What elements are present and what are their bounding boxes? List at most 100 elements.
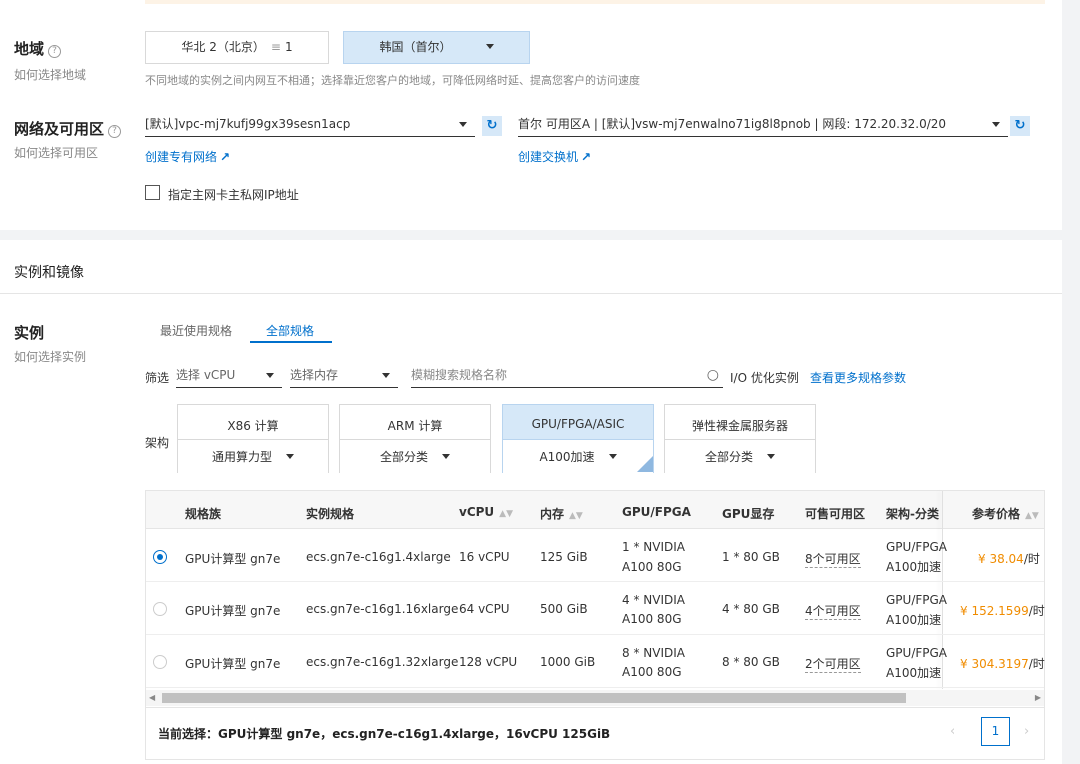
row-gpu-memory: 8 * 80 GB	[722, 655, 780, 669]
row-zones[interactable]: 2个可用区	[805, 655, 861, 673]
row-vcpu: 16 vCPU	[459, 550, 510, 564]
page-number[interactable]: 1	[981, 717, 1010, 746]
row-arch-sub: A100加速	[886, 666, 942, 680]
section-title: 实例和镜像	[14, 265, 84, 281]
row-spec: ecs.gn7e-c16g1.16xlarge	[306, 602, 459, 616]
filter-label: 筛选	[145, 371, 170, 385]
selected-corner-icon	[637, 456, 653, 472]
row-arch: GPU/FPGA	[886, 540, 948, 554]
search-icon[interactable]: ○	[707, 364, 719, 386]
external-link-icon: ↗	[581, 150, 592, 164]
chevron-down-icon	[266, 373, 274, 378]
col-vcpu[interactable]: vCPU ▲▼	[459, 505, 513, 519]
sort-icon[interactable]: ▲▼	[1025, 511, 1039, 521]
row-radio[interactable]	[153, 602, 167, 616]
col-family: 规格族	[185, 507, 222, 521]
current-selection: 当前选择：GPU计算型 gn7e，ecs.gn7e-c16g1.4xlarge，…	[158, 727, 611, 741]
region-option-seoul[interactable]: 韩国（首尔）	[343, 31, 530, 64]
server-icon: ≡	[270, 40, 281, 54]
create-vpc-link[interactable]: 创建专有网络 ↗	[145, 148, 230, 165]
row-gpu-memory: 1 * 80 GB	[722, 550, 780, 564]
row-memory: 500 GiB	[540, 602, 588, 616]
row-gpu: 8 * NVIDIA	[622, 646, 685, 660]
external-link-icon: ↗	[220, 150, 231, 164]
refresh-icon[interactable]: ↻	[1010, 116, 1030, 136]
prev-page-icon[interactable]: ‹	[950, 724, 955, 739]
spec-search-input[interactable]: 模糊搜索规格名称 ○	[411, 364, 723, 388]
horizontal-scrollbar[interactable]: ◀ ▶	[146, 690, 1044, 706]
chevron-down-icon	[485, 44, 494, 49]
region-option-beijing[interactable]: 华北 2（北京） ≡ 1	[145, 31, 329, 64]
region-help-link[interactable]: 如何选择地域	[14, 66, 86, 83]
divider	[0, 293, 1062, 294]
row-gpu: 4 * NVIDIA	[622, 593, 685, 607]
col-price[interactable]: 参考价格 ▲▼	[972, 505, 1039, 522]
chevron-down-icon	[459, 122, 467, 127]
arch-subcategory-select[interactable]: 全部分类	[665, 439, 815, 473]
create-vswitch-link[interactable]: 创建交换机 ↗	[518, 148, 591, 165]
col-gpu: GPU/FPGA	[622, 505, 691, 519]
arch-label: 架构	[145, 436, 170, 450]
arch-subcategory-select[interactable]: 通用算力型	[178, 439, 328, 473]
region-label: 地域?	[14, 38, 62, 59]
network-help-link[interactable]: 如何选择可用区	[14, 144, 98, 161]
sort-icon[interactable]: ▲▼	[499, 509, 513, 519]
chevron-down-icon	[442, 454, 450, 459]
row-radio[interactable]	[153, 655, 167, 669]
sort-icon[interactable]: ▲▼	[569, 511, 583, 521]
col-zones: 可售可用区	[805, 507, 866, 521]
col-spec: 实例规格	[306, 507, 355, 521]
tab-recent-specs[interactable]: 最近使用规格	[160, 322, 232, 339]
row-memory: 125 GiB	[540, 550, 588, 564]
arch-subcategory-select[interactable]: A100加速	[503, 439, 653, 473]
help-icon[interactable]: ?	[108, 125, 122, 138]
help-icon[interactable]: ?	[48, 45, 62, 58]
tab-all-specs[interactable]: 全部规格	[266, 322, 314, 339]
more-params-link[interactable]: 查看更多规格参数	[810, 369, 906, 386]
arch-title: GPU/FPGA/ASIC	[531, 417, 625, 431]
chevron-down-icon	[767, 454, 775, 459]
arch-arm[interactable]: ARM 计算 全部分类	[339, 404, 491, 473]
page-scrollbar[interactable]	[1062, 0, 1080, 764]
arch-baremetal[interactable]: 弹性裸金属服务器 全部分类	[664, 404, 816, 473]
scrollbar-thumb[interactable]	[162, 693, 906, 703]
row-gpu-model: A100 80G	[622, 665, 682, 679]
network-label: 网络及可用区?	[14, 118, 122, 139]
row-family: GPU计算型 gn7e	[185, 657, 281, 671]
row-zones[interactable]: 4个可用区	[805, 602, 861, 620]
row-zones[interactable]: 8个可用区	[805, 550, 861, 568]
arch-x86[interactable]: X86 计算 通用算力型	[177, 404, 329, 473]
chevron-down-icon	[608, 454, 617, 459]
network-card: 地域? 如何选择地域 华北 2（北京） ≡ 1 韩国（首尔） 不同地域的实例之间内网…	[0, 0, 1062, 230]
region-hint: 不同地域的实例之间内网互不相通；选择靠近您客户的地域，可降低网络时延、提高您客户…	[145, 74, 640, 87]
row-gpu-model: A100 80G	[622, 612, 682, 626]
instance-help-link[interactable]: 如何选择实例	[14, 348, 86, 365]
scroll-left-icon[interactable]: ◀	[149, 693, 155, 702]
vswitch-select[interactable]: 首尔 可用区A | [默认]vsw-mj7enwalno71ig8l8pnob …	[518, 113, 1008, 137]
row-arch-sub: A100加速	[886, 560, 942, 574]
row-gpu-memory: 4 * 80 GB	[722, 602, 780, 616]
scroll-right-icon[interactable]: ▶	[1035, 693, 1041, 702]
row-vcpu: 128 vCPU	[459, 655, 518, 669]
vpc-select[interactable]: [默认]vpc-mj7kufj99gx39sesn1acp	[145, 113, 475, 137]
col-gpu-memory: GPU显存	[722, 507, 775, 521]
row-arch: GPU/FPGA	[886, 646, 948, 660]
vcpu-select[interactable]: 选择 vCPU	[176, 364, 282, 388]
row-price: ¥ 152.1599/时	[960, 604, 1045, 618]
row-gpu: 1 * NVIDIA	[622, 540, 685, 554]
next-page-icon[interactable]: ›	[1024, 724, 1029, 739]
divider	[146, 707, 1044, 708]
memory-select[interactable]: 选择内存	[290, 364, 398, 388]
arch-subcategory-select[interactable]: 全部分类	[340, 439, 490, 473]
arch-title: 弹性裸金属服务器	[691, 419, 788, 433]
top-cutoff-strip	[145, 0, 1045, 4]
private-ip-checkbox[interactable]	[145, 185, 160, 200]
col-memory[interactable]: 内存 ▲▼	[540, 505, 583, 522]
arch-gpu[interactable]: GPU/FPGA/ASIC A100加速	[502, 404, 654, 473]
row-radio[interactable]	[153, 550, 167, 564]
row-spec: ecs.gn7e-c16g1.4xlarge	[306, 550, 451, 564]
io-optimized-label: I/O 优化实例	[730, 371, 799, 385]
row-price: ¥ 38.04/时	[978, 552, 1040, 566]
row-family: GPU计算型 gn7e	[185, 552, 281, 566]
refresh-icon[interactable]: ↻	[482, 116, 502, 136]
